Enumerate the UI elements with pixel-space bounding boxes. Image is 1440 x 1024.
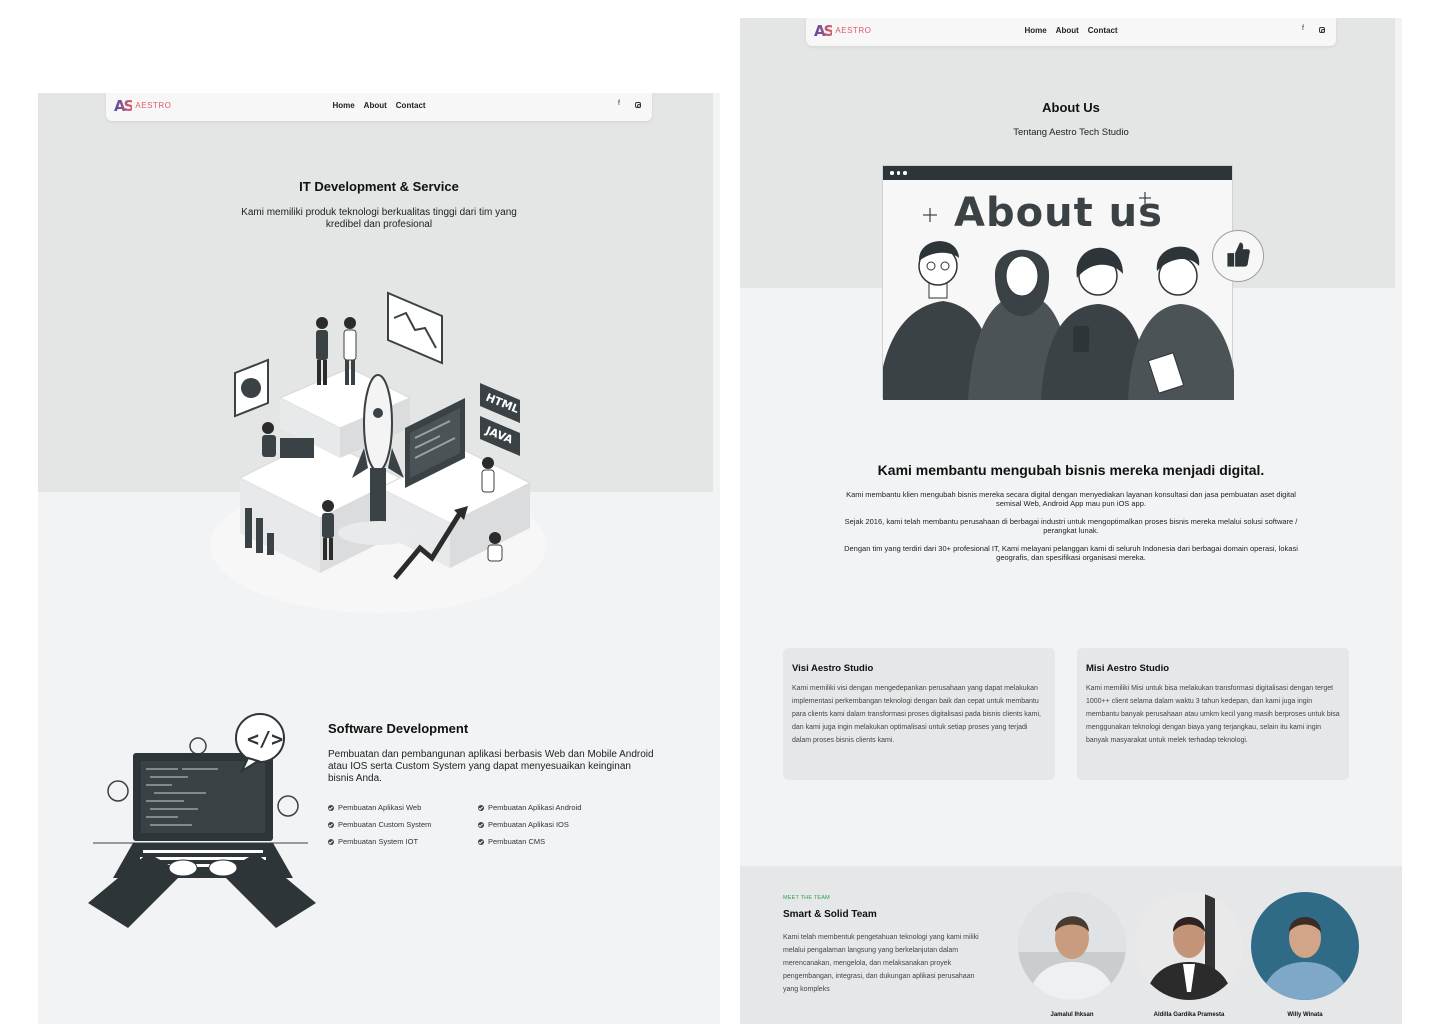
brand-logo[interactable]: AS AESTRO <box>114 98 171 114</box>
vision-text: Kami memiliki visi dengan mengedepankan … <box>792 685 1041 744</box>
logo-mark: AS <box>114 97 134 115</box>
logo-name: AESTRO <box>835 26 872 35</box>
team-illustration <box>883 192 1234 400</box>
mission-paragraph: Dengan tim yang terdiri dari 30+ profesi… <box>844 544 1298 562</box>
team-description: Kami telah membentuk pengetahuan teknolo… <box>783 934 979 993</box>
feature-item: Pembuatan Custom System <box>328 820 478 829</box>
mission-card: Misi Aestro Studio Kami memiliki Misi un… <box>1077 648 1349 780</box>
about-page-panel: AS AESTRO Home About Contact f About Us … <box>740 18 1402 1024</box>
software-title: Software Development <box>328 721 469 736</box>
hero-title: IT Development & Service <box>299 179 459 194</box>
mission-card-title: Misi Aestro Studio <box>1086 663 1170 674</box>
svg-text:</>: </> <box>247 727 283 751</box>
check-circle-icon <box>328 804 334 811</box>
member-photo <box>1135 892 1243 1000</box>
software-description: Pembuatan dan pembangunan aplikasi berba… <box>328 749 654 784</box>
home-page-panel: AS AESTRO Home About Contact f IT Develo… <box>38 93 720 1024</box>
mission-paragraph: Kami membantu klien mengubah bisnis mere… <box>846 490 1296 508</box>
social-links: f <box>615 100 642 110</box>
team-member-card[interactable]: Aldilla Gardika Pramesta <box>1134 892 1244 1018</box>
check-circle-icon <box>478 821 484 828</box>
member-photo <box>1251 892 1359 1000</box>
about-title: About Us <box>1042 100 1100 115</box>
nav-links: Home About Contact <box>1024 26 1117 35</box>
software-development-illustration: </> <box>88 713 316 928</box>
about-illustration-card: About us <box>882 165 1234 400</box>
team-section: MEET THE TEAM Smart & Solid Team Kami te… <box>740 866 1402 1024</box>
instagram-icon[interactable] <box>634 100 642 110</box>
member-name: Aldilla Gardika Pramesta <box>1153 1012 1225 1018</box>
member-photo <box>1018 892 1126 1000</box>
mission-paragraph: Sejak 2016, kami telah membantu perusaha… <box>844 517 1298 535</box>
nav-about[interactable]: About <box>364 101 387 110</box>
team-member-card[interactable]: Willy Winata <box>1250 892 1360 1018</box>
member-name: Jamalul Ihksan <box>1050 1012 1094 1018</box>
feature-item: Pembuatan Aplikasi Android <box>478 803 628 812</box>
mission-card-text: Kami memiliki Misi untuk bisa melakukan … <box>1086 685 1340 744</box>
nav-home[interactable]: Home <box>1024 26 1046 35</box>
member-name: Willy Winata <box>1287 1012 1323 1018</box>
vision-card: Visi Aestro Studio Kami memiliki visi de… <box>783 648 1055 780</box>
logo-mark: AS <box>814 22 834 40</box>
check-circle-icon <box>478 804 484 811</box>
instagram-icon[interactable] <box>1318 25 1326 35</box>
check-circle-icon <box>328 838 334 845</box>
nav-about[interactable]: About <box>1056 26 1079 35</box>
nav-home[interactable]: Home <box>332 101 354 110</box>
nav-contact[interactable]: Contact <box>396 101 426 110</box>
facebook-icon[interactable]: f <box>615 100 623 110</box>
team-member-card[interactable]: Jamalul Ihksan <box>1017 892 1127 1018</box>
team-title: Smart & Solid Team <box>783 909 877 920</box>
team-kicker: MEET THE TEAM <box>783 895 830 901</box>
navbar: AS AESTRO Home About Contact f <box>106 93 652 121</box>
feature-item: Pembuatan CMS <box>478 837 628 846</box>
logo-name: AESTRO <box>135 101 172 110</box>
nav-contact[interactable]: Contact <box>1088 26 1118 35</box>
mission-title: Kami membantu mengubah bisnis mereka men… <box>877 462 1265 478</box>
feature-item: Pembuatan Aplikasi Web <box>328 803 478 812</box>
feature-item: Pembuatan System IOT <box>328 837 478 846</box>
check-circle-icon <box>328 821 334 828</box>
navbar: AS AESTRO Home About Contact f <box>806 18 1336 46</box>
facebook-icon[interactable]: f <box>1299 25 1307 35</box>
check-circle-icon <box>478 838 484 845</box>
feature-item: Pembuatan Aplikasi IOS <box>478 820 628 829</box>
feature-list: Pembuatan Aplikasi Web Pembuatan Aplikas… <box>328 803 628 846</box>
thumbs-up-icon <box>1212 230 1264 282</box>
nav-links: Home About Contact <box>332 101 425 110</box>
vision-title: Visi Aestro Studio <box>792 663 874 674</box>
brand-logo[interactable]: AS AESTRO <box>814 23 871 39</box>
hero-subtitle: Kami memiliki produk teknologi berkualit… <box>241 207 517 230</box>
social-links: f <box>1299 25 1326 35</box>
it-development-illustration: HTML JAVA <box>234 291 532 580</box>
about-subtitle: Tentang Aestro Tech Studio <box>1013 127 1129 138</box>
